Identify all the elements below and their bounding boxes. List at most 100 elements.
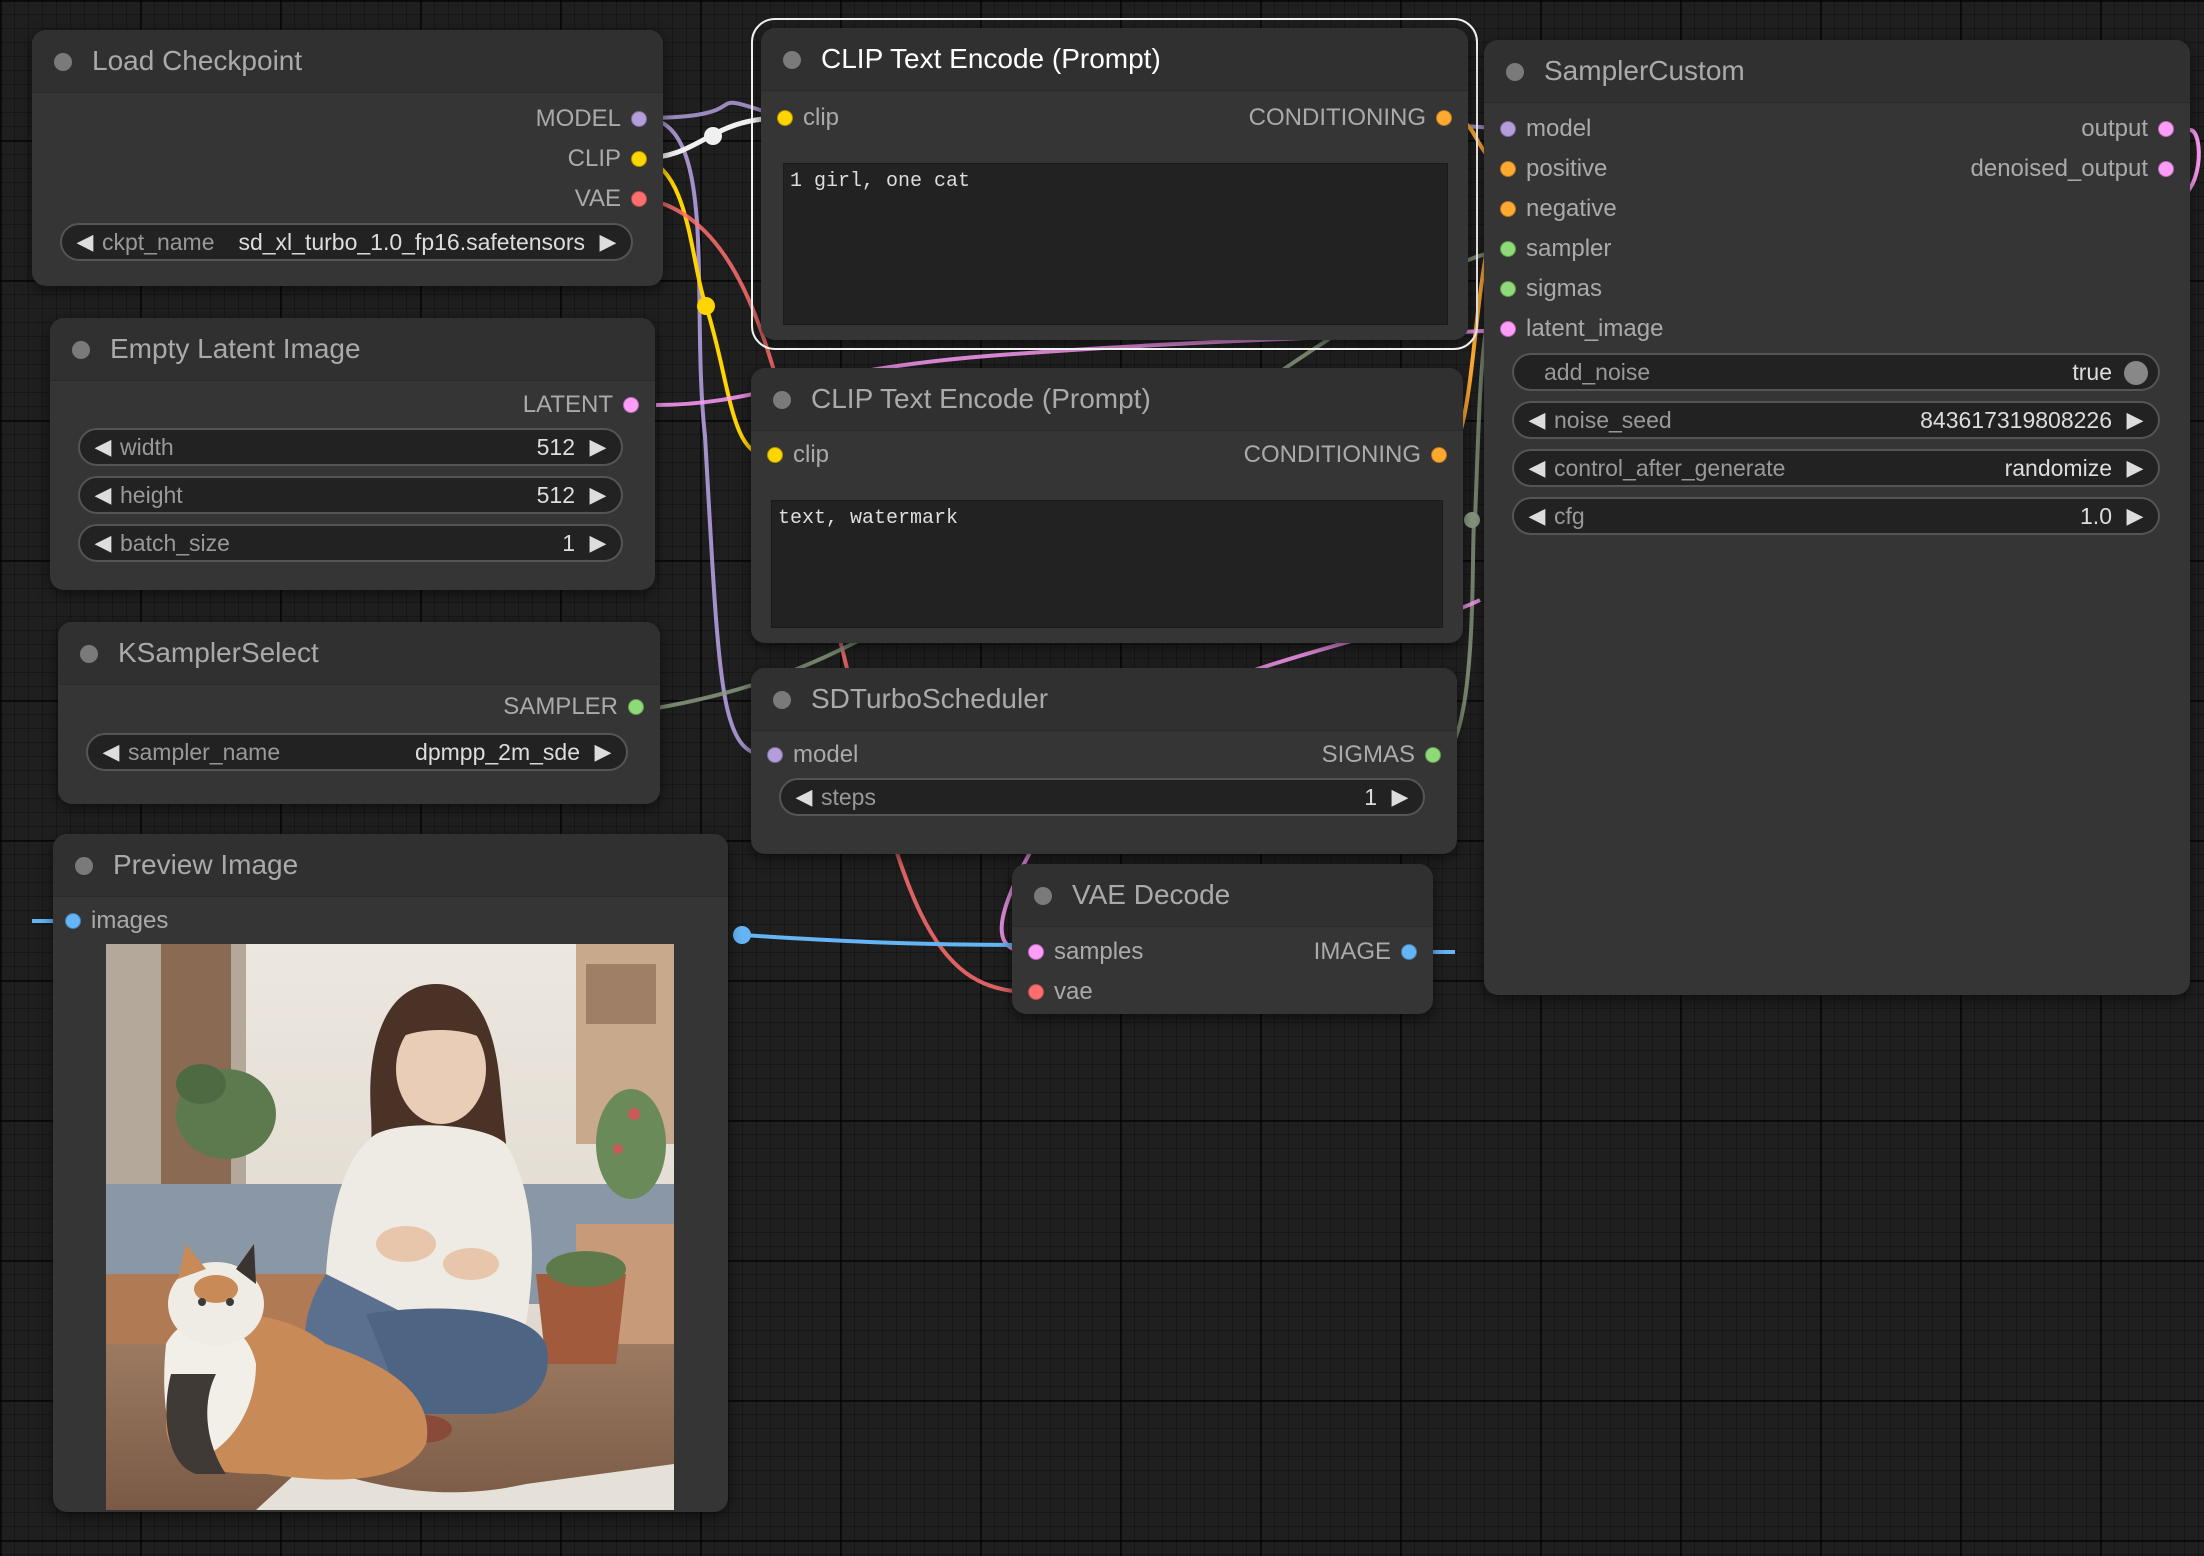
arrow-left-icon[interactable]: ◀ — [72, 225, 98, 259]
output-model[interactable]: MODEL — [536, 104, 651, 134]
slot-dot-icon[interactable] — [1500, 241, 1516, 257]
arrow-right-icon[interactable]: ▶ — [585, 478, 611, 512]
node-sampler-custom[interactable]: SamplerCustom model positive negative sa… — [1484, 40, 2190, 995]
add-noise-toggle[interactable]: add_noise true — [1512, 353, 2160, 391]
arrow-left-icon[interactable]: ◀ — [90, 430, 116, 464]
node-header[interactable]: Empty Latent Image — [50, 318, 655, 381]
collapse-dot[interactable] — [75, 857, 93, 875]
node-ksampler-select[interactable]: KSamplerSelect SAMPLER ◀ sampler_name dp… — [58, 622, 660, 804]
slot-dot-icon[interactable] — [1500, 121, 1516, 137]
arrow-left-icon[interactable]: ◀ — [1524, 499, 1550, 533]
output-output[interactable]: output — [2081, 114, 2178, 144]
noise-seed-widget[interactable]: ◀ noise_seed 843617319808226 ▶ — [1512, 401, 2160, 439]
arrow-left-icon[interactable]: ◀ — [1524, 451, 1550, 485]
node-header[interactable]: CLIP Text Encode (Prompt) — [751, 368, 1463, 431]
input-sampler[interactable]: sampler — [1496, 234, 1611, 264]
prompt-text-input[interactable]: 1 girl, one cat — [783, 163, 1448, 325]
slot-dot-icon[interactable] — [1436, 110, 1452, 126]
input-clip[interactable]: clip — [773, 103, 839, 133]
arrow-right-icon[interactable]: ▶ — [2122, 403, 2148, 437]
slot-dot-icon[interactable] — [1500, 321, 1516, 337]
arrow-left-icon[interactable]: ◀ — [1524, 403, 1550, 437]
slot-dot-icon[interactable] — [1401, 944, 1417, 960]
slot-dot-icon[interactable] — [777, 110, 793, 126]
input-model[interactable]: model — [763, 740, 858, 770]
slot-dot-icon[interactable] — [631, 191, 647, 207]
node-header[interactable]: SDTurboScheduler — [751, 668, 1457, 731]
input-clip[interactable]: clip — [763, 440, 829, 470]
input-samples[interactable]: samples — [1024, 937, 1143, 967]
input-sigmas[interactable]: sigmas — [1496, 274, 1602, 304]
collapse-dot[interactable] — [1506, 63, 1524, 81]
slot-dot-icon[interactable] — [1028, 944, 1044, 960]
slot-dot-icon[interactable] — [1425, 747, 1441, 763]
slot-dot-icon[interactable] — [1431, 447, 1447, 463]
node-empty-latent-image[interactable]: Empty Latent Image LATENT ◀ width 512 ▶ … — [50, 318, 655, 590]
slot-dot-icon[interactable] — [631, 111, 647, 127]
slot-dot-icon[interactable] — [631, 151, 647, 167]
collapse-dot[interactable] — [773, 691, 791, 709]
arrow-right-icon[interactable]: ▶ — [585, 430, 611, 464]
slot-dot-icon[interactable] — [2158, 161, 2174, 177]
slot-dot-icon[interactable] — [767, 747, 783, 763]
slot-dot-icon[interactable] — [1500, 281, 1516, 297]
arrow-right-icon[interactable]: ▶ — [2122, 499, 2148, 533]
output-latent[interactable]: LATENT — [523, 390, 643, 420]
width-widget[interactable]: ◀ width 512 ▶ — [78, 428, 623, 466]
slot-dot-icon[interactable] — [1028, 984, 1044, 1000]
batch-size-widget[interactable]: ◀ batch_size 1 ▶ — [78, 524, 623, 562]
sampler-name-combo[interactable]: ◀ sampler_name dpmpp_2m_sde ▶ — [86, 733, 628, 771]
collapse-dot[interactable] — [783, 51, 801, 69]
node-sd-turbo-scheduler[interactable]: SDTurboScheduler model SIGMAS ◀ steps 1 … — [751, 668, 1457, 854]
cfg-widget[interactable]: ◀ cfg 1.0 ▶ — [1512, 497, 2160, 535]
arrow-right-icon[interactable]: ▶ — [595, 225, 621, 259]
node-preview-image[interactable]: Preview Image images — [53, 834, 728, 1512]
slot-dot-icon[interactable] — [65, 913, 81, 929]
arrow-left-icon[interactable]: ◀ — [90, 526, 116, 560]
output-vae[interactable]: VAE — [575, 184, 651, 214]
slot-dot-icon[interactable] — [767, 447, 783, 463]
height-widget[interactable]: ◀ height 512 ▶ — [78, 476, 623, 514]
input-images[interactable]: images — [61, 906, 168, 936]
node-header[interactable]: SamplerCustom — [1484, 40, 2190, 103]
arrow-left-icon[interactable]: ◀ — [98, 735, 124, 769]
preview-image[interactable] — [106, 944, 674, 1510]
input-model[interactable]: model — [1496, 114, 1591, 144]
arrow-left-icon[interactable]: ◀ — [90, 478, 116, 512]
collapse-dot[interactable] — [54, 53, 72, 71]
node-clip-text-encode-positive[interactable]: CLIP Text Encode (Prompt) clip CONDITION… — [751, 18, 1478, 350]
arrow-right-icon[interactable]: ▶ — [590, 735, 616, 769]
arrow-left-icon[interactable]: ◀ — [791, 780, 817, 814]
output-clip[interactable]: CLIP — [568, 144, 651, 174]
collapse-dot[interactable] — [773, 391, 791, 409]
toggle-knob-icon[interactable] — [2124, 361, 2148, 385]
output-sampler[interactable]: SAMPLER — [503, 692, 648, 722]
collapse-dot[interactable] — [80, 645, 98, 663]
arrow-right-icon[interactable]: ▶ — [1387, 780, 1413, 814]
output-sigmas[interactable]: SIGMAS — [1322, 740, 1445, 770]
node-header[interactable]: Load Checkpoint — [32, 30, 663, 93]
input-positive[interactable]: positive — [1496, 154, 1607, 184]
input-latent-image[interactable]: latent_image — [1496, 314, 1663, 344]
output-denoised-output[interactable]: denoised_output — [1971, 154, 2179, 184]
control-after-generate-combo[interactable]: ◀ control_after_generate randomize ▶ — [1512, 449, 2160, 487]
slot-dot-icon[interactable] — [623, 397, 639, 413]
output-image[interactable]: IMAGE — [1314, 937, 1421, 967]
steps-widget[interactable]: ◀ steps 1 ▶ — [779, 778, 1425, 816]
node-header[interactable]: KSamplerSelect — [58, 622, 660, 685]
node-vae-decode[interactable]: VAE Decode samples vae IMAGE — [1012, 864, 1433, 1014]
output-conditioning[interactable]: CONDITIONING — [1249, 103, 1456, 133]
collapse-dot[interactable] — [72, 341, 90, 359]
prompt-text-input[interactable]: text, watermark — [771, 500, 1443, 628]
output-conditioning[interactable]: CONDITIONING — [1244, 440, 1451, 470]
slot-dot-icon[interactable] — [628, 699, 644, 715]
slot-dot-icon[interactable] — [2158, 121, 2174, 137]
slot-dot-icon[interactable] — [1500, 201, 1516, 217]
input-vae[interactable]: vae — [1024, 977, 1093, 1007]
arrow-right-icon[interactable]: ▶ — [585, 526, 611, 560]
collapse-dot[interactable] — [1034, 887, 1052, 905]
node-load-checkpoint[interactable]: Load Checkpoint MODEL CLIP VAE ◀ ckpt_na… — [32, 30, 663, 286]
input-negative[interactable]: negative — [1496, 194, 1617, 224]
node-header[interactable]: VAE Decode — [1012, 864, 1433, 927]
node-clip-text-encode-negative[interactable]: CLIP Text Encode (Prompt) clip CONDITION… — [751, 368, 1463, 643]
